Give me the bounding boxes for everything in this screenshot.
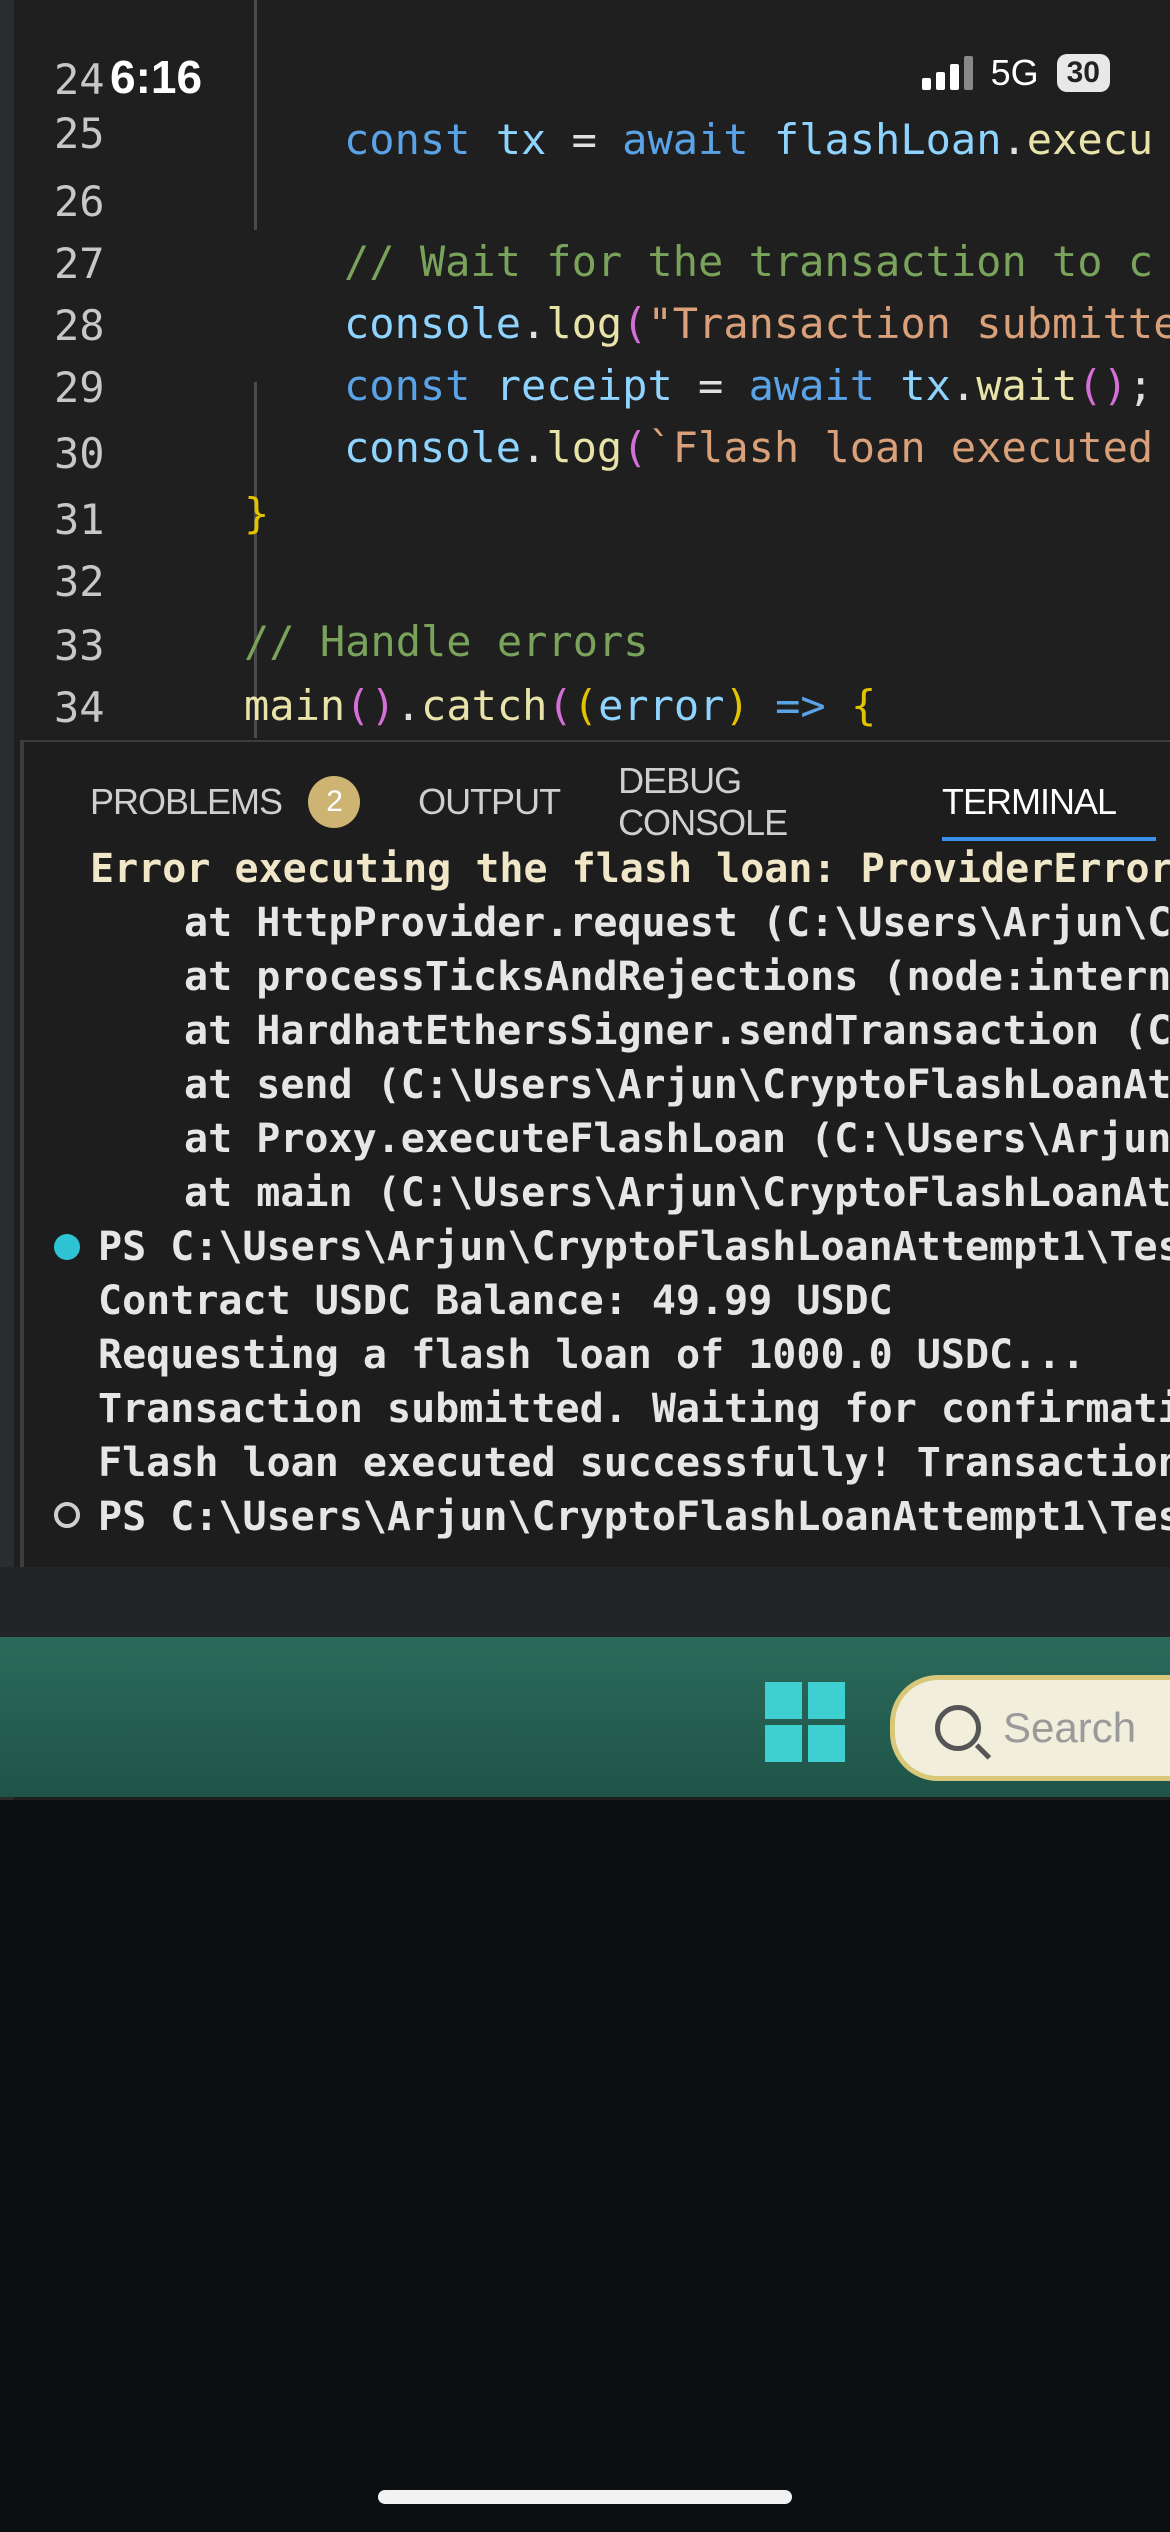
home-indicator[interactable]	[378, 2490, 792, 2504]
signal-icon	[921, 56, 973, 90]
terminal-line: at processTicksAndRejections (node:inter…	[184, 954, 1170, 1000]
code-line[interactable]: 24 const tx = await flashLoan.execu	[14, 0, 1170, 164]
tab-label: PROBLEMS	[90, 781, 283, 822]
windows-taskbar: Search	[0, 1637, 1170, 1797]
tab-output[interactable]: OUTPUT	[418, 781, 561, 823]
tab-label: OUTPUT	[418, 781, 561, 822]
terminal-line: Requesting a flash loan of 1000.0 USDC..…	[98, 1332, 1086, 1378]
status-time: 6:16	[110, 51, 203, 103]
windows-start-icon[interactable]	[765, 1682, 845, 1762]
code-line[interactable]: 33 main().catch((error) => {	[14, 556, 1170, 730]
terminal-line: Error executing the flash loan: Provider…	[90, 846, 1170, 892]
code-line[interactable]: 35 process.exitCode = 1;	[14, 678, 1170, 738]
tab-label: DEBUG CONSOLE	[618, 760, 788, 843]
window-edge	[0, 0, 14, 1800]
panel-tabs: PROBLEMS 2 OUTPUT DEBUG CONSOLE TERMINAL	[90, 760, 1170, 843]
terminal-line: at HttpProvider.request (C:\Users\Arjun\…	[184, 900, 1170, 946]
status-bar-area	[0, 1567, 1170, 1637]
terminal-line: at send (C:\Users\Arjun\CryptoFlashLoanA…	[184, 1062, 1170, 1108]
problems-count-badge: 2	[308, 776, 361, 828]
code-line[interactable]: 27 console.log("Transaction submitte	[14, 174, 1170, 348]
status-indicators: 5G 30	[921, 52, 1110, 94]
terminal-line: Transaction submitted. Waiting for confi…	[98, 1386, 1170, 1432]
tab-label: TERMINAL	[941, 781, 1117, 822]
command-status-success-icon	[54, 1234, 80, 1260]
code-line[interactable]: 29 console.log(`Flash loan executed	[14, 298, 1170, 472]
code-line[interactable]: 30 }	[14, 364, 1170, 538]
code-line[interactable]: 28 const receipt = await tx.wait();	[14, 236, 1170, 410]
command-status-idle-icon	[54, 1502, 80, 1528]
code-line[interactable]: 31	[14, 430, 1170, 544]
code-line[interactable]: 34 console.error("Error executing th	[14, 618, 1170, 732]
terminal-line: Flash loan executed successfully! Transa…	[98, 1440, 1170, 1486]
battery-icon: 30	[1056, 54, 1110, 92]
tab-terminal[interactable]: TERMINAL	[941, 781, 1157, 841]
terminal-prompt: PS C:\Users\Arjun\CryptoFlashLoanAttempt…	[98, 1224, 1170, 1270]
code-editor[interactable]: 24 const tx = await flashLoan.execu 25 2…	[14, 0, 1170, 738]
search-label: Search	[1003, 1704, 1137, 1751]
network-type: 5G	[990, 52, 1039, 93]
terminal-line: at Proxy.executeFlashLoan (C:\Users\Arju…	[184, 1116, 1170, 1162]
code-line[interactable]: 32 // Handle errors	[14, 492, 1170, 666]
terminal-line: at main (C:\Users\Arjun\CryptoFlashLoanA…	[184, 1170, 1170, 1216]
tab-problems[interactable]: PROBLEMS 2	[90, 776, 361, 828]
taskbar-search-box[interactable]: Search	[890, 1675, 1170, 1781]
terminal-line: Contract USDC Balance: 49.99 USDC	[98, 1278, 893, 1324]
terminal-line: at HardhatEthersSigner.sendTransaction (…	[184, 1008, 1170, 1054]
search-icon	[935, 1705, 981, 1751]
code-line[interactable]: 26 // Wait for the transaction to c	[14, 112, 1170, 286]
monitor-screen: 24 const tx = await flashLoan.execu 25 2…	[0, 0, 1170, 1800]
bottom-panel: PROBLEMS 2 OUTPUT DEBUG CONSOLE TERMINAL…	[20, 740, 1170, 1567]
tab-debug-console[interactable]: DEBUG CONSOLE	[618, 760, 884, 844]
terminal-prompt: PS C:\Users\Arjun\CryptoFlashLoanAttempt…	[98, 1494, 1170, 1540]
